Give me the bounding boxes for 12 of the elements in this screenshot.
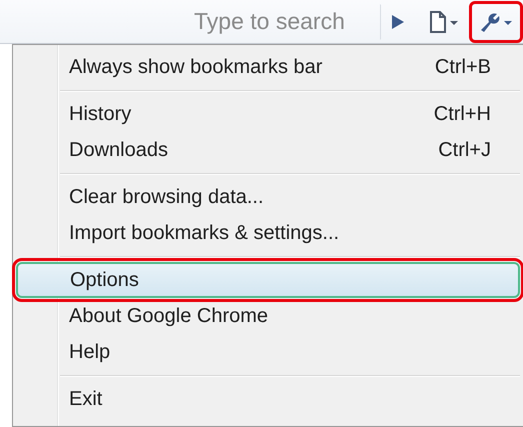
play-icon — [391, 14, 405, 30]
menu-item[interactable]: Always show bookmarks bar Ctrl+B — [16, 49, 520, 85]
menu-item[interactable]: Import bookmarks & settings... — [16, 215, 520, 251]
wrench-icon — [479, 10, 513, 32]
page-icon — [429, 10, 459, 32]
menu-item[interactable]: Downloads Ctrl+J — [16, 132, 520, 168]
search-field[interactable]: Type to search — [194, 8, 374, 35]
menu-item[interactable]: About Google Chrome — [16, 298, 520, 334]
menu-item[interactable]: Help — [16, 334, 520, 370]
menu-item[interactable]: Exit — [16, 381, 520, 417]
menu-item[interactable]: Clear browsing data... — [16, 179, 520, 215]
menu-item[interactable]: History Ctrl+H — [16, 96, 520, 132]
